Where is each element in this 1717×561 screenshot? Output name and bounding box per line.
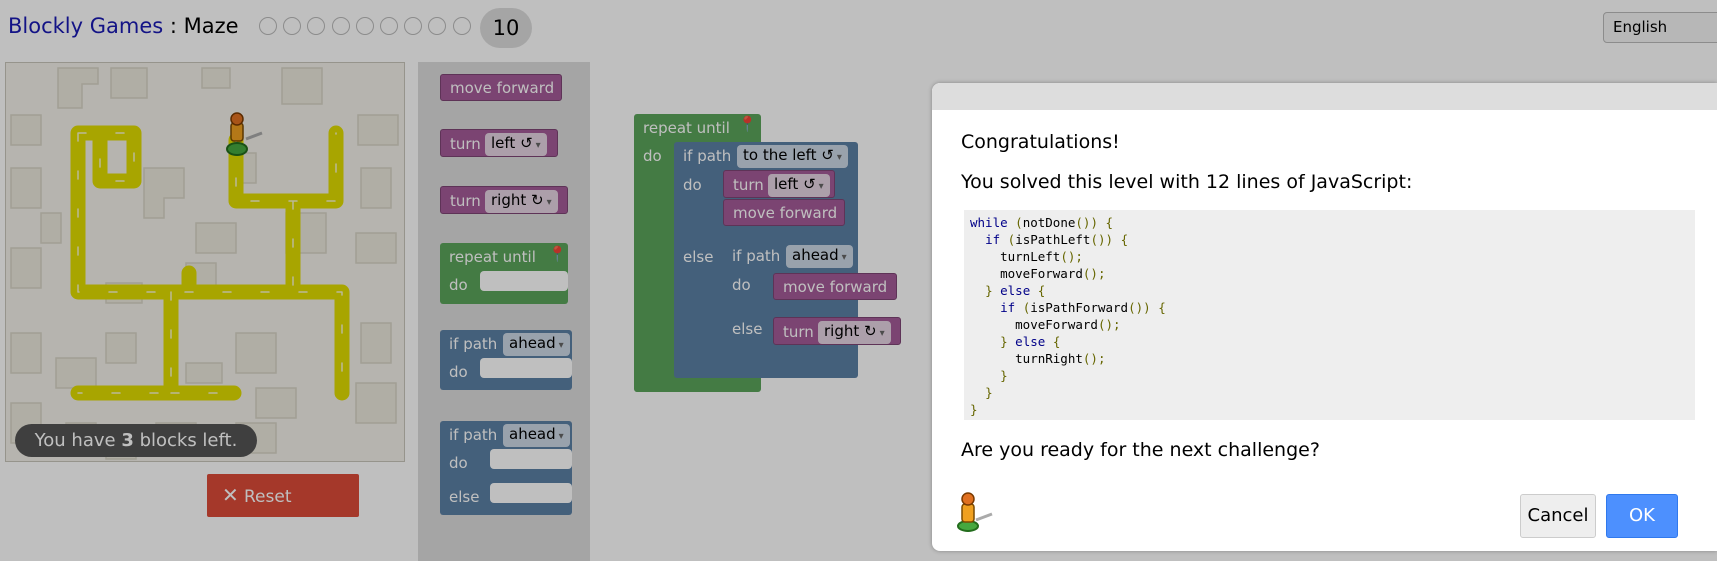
code-line: if (isPathLeft()) { bbox=[985, 232, 1129, 247]
code-line: } bbox=[1000, 368, 1008, 383]
code-line: turnRight(); bbox=[970, 351, 1106, 366]
code-line: } bbox=[970, 402, 978, 417]
solution-code: while (notDone()) { if (isPathLeft()) { … bbox=[964, 210, 1695, 420]
code-line: turnLeft(); bbox=[970, 249, 1083, 264]
pegman-icon bbox=[957, 492, 993, 532]
ok-button[interactable]: OK bbox=[1606, 494, 1678, 538]
code-line: moveForward(); bbox=[970, 266, 1106, 281]
code-line: } bbox=[985, 385, 993, 400]
code-line: while (notDone()) { bbox=[970, 215, 1114, 230]
dialog-solved-text: You solved this level with 12 lines of J… bbox=[961, 171, 1413, 193]
cancel-button[interactable]: Cancel bbox=[1520, 494, 1596, 538]
dialog-question: Are you ready for the next challenge? bbox=[961, 439, 1320, 461]
code-line: } else { bbox=[1000, 334, 1061, 349]
code-line: moveForward(); bbox=[970, 317, 1121, 332]
code-line: if (isPathForward()) { bbox=[1000, 300, 1166, 315]
dialog-heading: Congratulations! bbox=[961, 131, 1120, 153]
congratulations-dialog: Congratulations! You solved this level w… bbox=[932, 83, 1717, 551]
dialog-title-bar[interactable] bbox=[932, 83, 1717, 110]
code-line: } else { bbox=[985, 283, 1046, 298]
